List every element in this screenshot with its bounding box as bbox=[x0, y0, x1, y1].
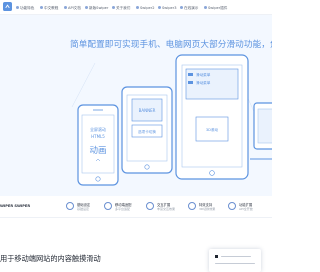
phone-mockup: 全屏滚动 HTML5 动画 bbox=[77, 104, 119, 186]
tablet-mockup: BANNER 选项卡切换 bbox=[121, 86, 173, 174]
nav-item-swiper3[interactable]: Swiper3 bbox=[158, 4, 176, 12]
nav-dot-icon bbox=[16, 5, 19, 9]
section-heading: 用于移动端网站的内容触摸滑动 bbox=[0, 254, 101, 263]
nav-dot-icon bbox=[112, 5, 115, 9]
brand-text: WIPER SWIPER bbox=[0, 204, 31, 208]
connector-line bbox=[71, 62, 96, 108]
feature-desc: 基础设定 bbox=[77, 207, 90, 211]
feature-desc: 多平台适配 bbox=[115, 207, 131, 211]
phone-line1: 全屏滚动 bbox=[90, 126, 106, 132]
feature-desc: 丰富交互效果 bbox=[157, 207, 176, 211]
bottom-section: 用于移动端网站的内容触摸滑动 bbox=[0, 218, 272, 272]
hero-banner: 简单配置即可实现手机、电脑网页大部分滑动功能，焦 全屏滚动 HTML5 动画 B… bbox=[0, 15, 272, 196]
big-tablet-mockup: 滑动菜单 滑动菜单 3D滚动 bbox=[175, 54, 249, 180]
feature-strip: WIPER SWIPER 基础设定 基础设定 移动端适配 多平台适配 交互扩展 … bbox=[0, 196, 272, 218]
phone-line2: HTML5 bbox=[91, 134, 105, 139]
big-tablet-menu1: 滑动菜单 bbox=[196, 72, 211, 77]
nav-item-api[interactable]: API文档 bbox=[64, 4, 81, 12]
top-nav: 功能特色 中文教程 API文档 新版Swiper 关于我们 Swiper2 Sw… bbox=[0, 0, 272, 15]
preview-card bbox=[209, 249, 261, 272]
nav-dot-icon bbox=[204, 5, 207, 9]
tablet-tabs-label: 选项卡切换 bbox=[138, 129, 156, 134]
swiper-logo-icon[interactable] bbox=[3, 2, 12, 11]
tablet-banner-label: BANNER bbox=[139, 108, 156, 113]
feature-desc: 3D切换效果 bbox=[199, 207, 216, 211]
nav-item-new-swiper[interactable]: 新版Swiper bbox=[85, 4, 108, 12]
nav-item-swiper2[interactable]: Swiper2 bbox=[136, 4, 154, 12]
interaction-icon bbox=[146, 202, 154, 210]
big-tablet-3d-label: 3D滚动 bbox=[206, 127, 219, 132]
nav-dot-icon bbox=[85, 5, 88, 9]
nav-dot-icon bbox=[40, 5, 43, 9]
nav-dot-icon bbox=[158, 5, 161, 9]
settings-icon bbox=[66, 202, 74, 210]
extension-icon bbox=[228, 202, 236, 210]
nav-item-plugins[interactable]: Swiper插件 bbox=[204, 4, 227, 12]
nav-item-features[interactable]: 功能特色 bbox=[16, 4, 34, 12]
mobile-icon bbox=[104, 202, 112, 210]
nav-item-about[interactable]: 关于我们 bbox=[112, 4, 130, 12]
desktop-mockup bbox=[250, 102, 272, 160]
preview-card-mark bbox=[215, 255, 218, 258]
nav-dot-icon bbox=[64, 5, 67, 9]
device-illustration: 全屏滚动 HTML5 动画 BANNER 选项卡切换 滑动菜单 滑动菜单 3D滚… bbox=[71, 54, 272, 186]
effects-icon bbox=[188, 202, 196, 210]
preview-card-line bbox=[221, 256, 251, 258]
nav-dot-icon bbox=[180, 5, 183, 9]
phone-line3: 动画 bbox=[89, 145, 106, 156]
preview-card-line bbox=[215, 263, 255, 265]
feature-desc: API全开放 bbox=[239, 207, 253, 211]
big-tablet-menu2: 滑动菜单 bbox=[196, 80, 211, 85]
nav-item-demo[interactable]: 在线演示 bbox=[180, 4, 198, 12]
nav-dot-icon bbox=[136, 5, 139, 9]
nav-item-tutorial[interactable]: 中文教程 bbox=[40, 4, 58, 12]
